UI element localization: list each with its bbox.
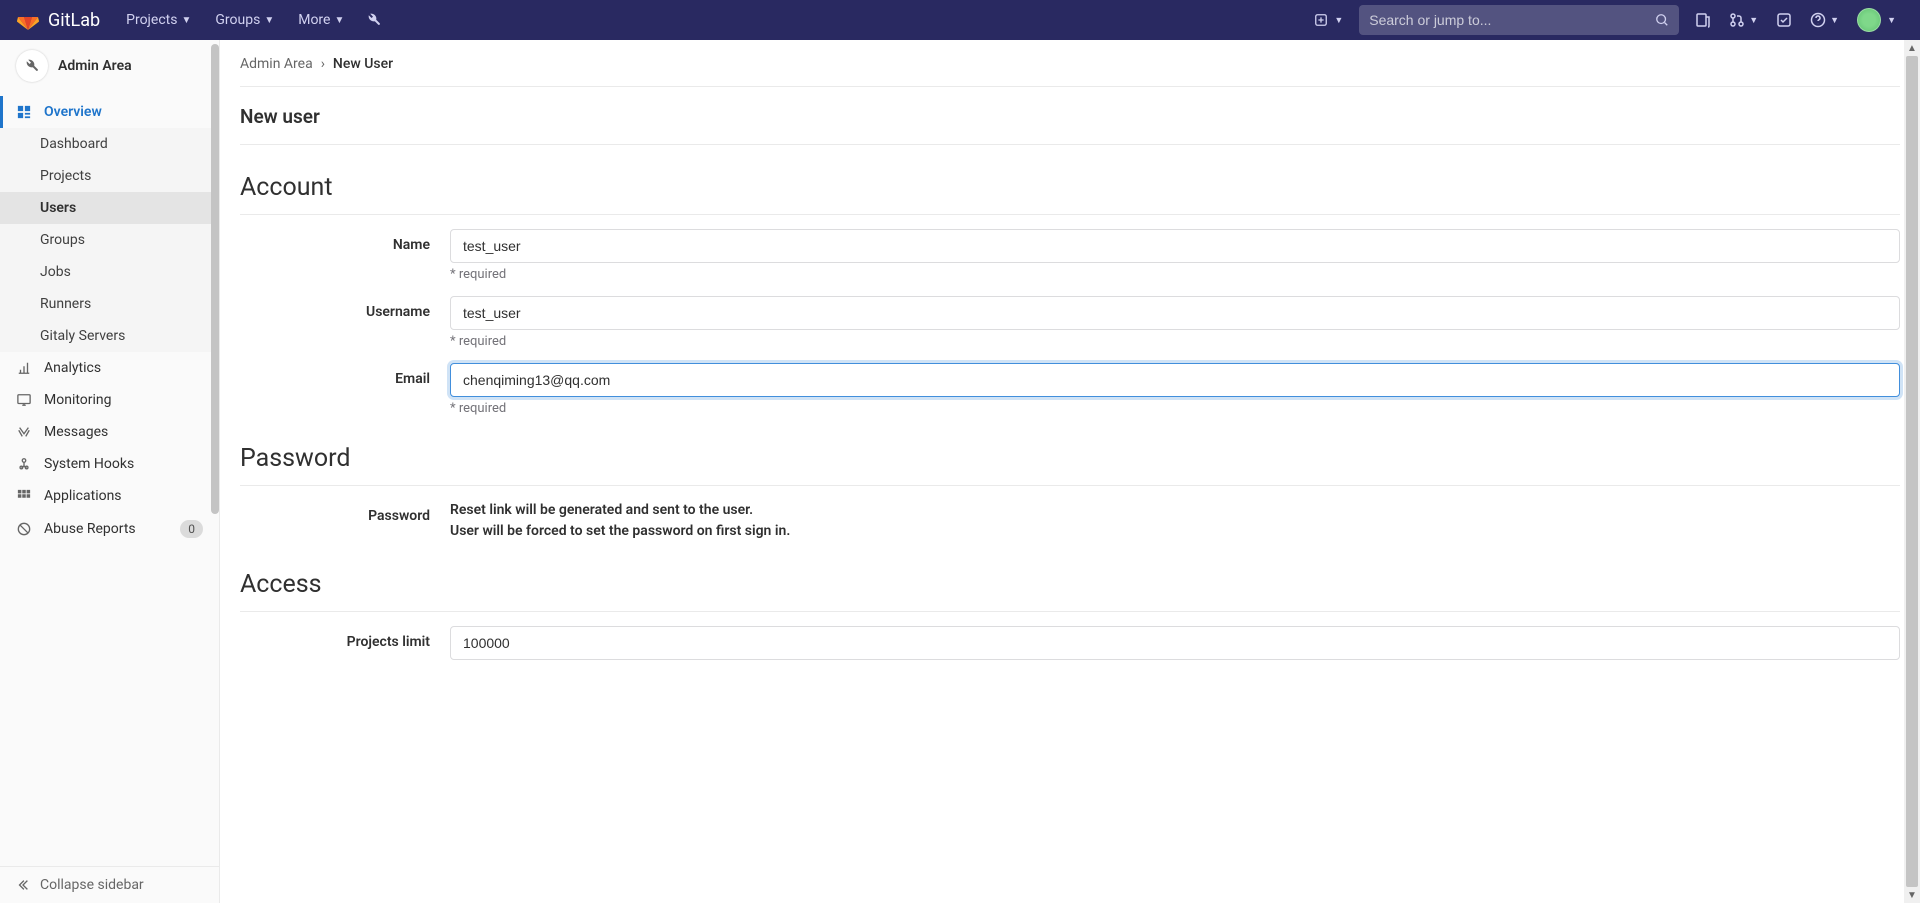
sidebar-item-overview[interactable]: Overview <box>0 96 219 128</box>
username-input[interactable] <box>450 296 1900 330</box>
sidebar-item-users[interactable]: Users <box>0 192 219 224</box>
chevron-down-icon: ▼ <box>1334 15 1343 26</box>
sidebar-item-groups[interactable]: Groups <box>0 224 219 256</box>
primary-nav: Projects▼ Groups▼ More▼ <box>116 6 390 34</box>
admin-wrench-icon[interactable] <box>358 6 390 34</box>
hook-icon <box>16 457 32 471</box>
abuse-count-badge: 0 <box>180 520 203 538</box>
breadcrumb-current: New User <box>333 56 393 72</box>
sidebar-item-projects[interactable]: Projects <box>0 160 219 192</box>
projects-limit-input[interactable] <box>450 626 1900 660</box>
overview-subitems: Dashboard Projects Users Groups Jobs Run… <box>0 128 219 352</box>
field-projects-limit-row: Projects limit <box>240 612 1900 660</box>
main-content: Admin Area › New User New user Account N… <box>220 40 1920 903</box>
username-label: Username <box>240 296 450 349</box>
chevron-down-icon: ▼ <box>181 15 191 26</box>
sidebar-scrollbar-thumb[interactable] <box>211 44 219 514</box>
name-label: Name <box>240 229 450 282</box>
chevron-down-icon: ▼ <box>264 15 274 26</box>
search-box[interactable] <box>1359 5 1679 35</box>
field-email-row: Email * required <box>240 349 1900 416</box>
chevron-down-icon: ▼ <box>1749 15 1758 26</box>
sidebar-item-system-hooks[interactable]: System Hooks <box>0 448 219 480</box>
sidebar-item-dashboard[interactable]: Dashboard <box>0 128 219 160</box>
help-dropdown[interactable]: ▼ <box>1802 6 1847 34</box>
password-info-line2: User will be forced to set the password … <box>450 521 1900 542</box>
password-label: Password <box>240 500 450 542</box>
main-scrollbar[interactable]: ▲ ▼ <box>1904 40 1920 903</box>
todos-icon[interactable] <box>1768 6 1800 34</box>
sidebar-item-analytics[interactable]: Analytics <box>0 352 219 384</box>
nav-projects[interactable]: Projects▼ <box>116 6 201 34</box>
scrollbar-up-icon[interactable]: ▲ <box>1904 40 1920 56</box>
user-menu[interactable]: ▼ <box>1849 2 1904 38</box>
sidebar-item-monitoring[interactable]: Monitoring <box>0 384 219 416</box>
search-icon <box>1655 13 1669 27</box>
nav-more[interactable]: More▼ <box>288 6 354 34</box>
sidebar-item-messages[interactable]: Messages <box>0 416 219 448</box>
top-header: GitLab Projects▼ Groups▼ More▼ ▼ ▼ <box>0 0 1920 40</box>
password-info-line1: Reset link will be generated and sent to… <box>450 500 1900 521</box>
section-access-title: Access <box>240 542 1900 612</box>
nav-groups[interactable]: Groups▼ <box>205 6 284 34</box>
username-required-hint: * required <box>450 330 1900 349</box>
field-username-row: Username * required <box>240 282 1900 349</box>
field-name-row: Name * required <box>240 215 1900 282</box>
name-required-hint: * required <box>450 263 1900 282</box>
sidebar-scrollbar[interactable] <box>209 40 219 903</box>
analytics-icon <box>16 361 32 375</box>
scrollbar-down-icon[interactable]: ▼ <box>1904 887 1920 903</box>
section-account-title: Account <box>240 145 1900 215</box>
sidebar-item-runners[interactable]: Runners <box>0 288 219 320</box>
avatar-icon <box>1857 8 1881 32</box>
email-label: Email <box>240 363 450 416</box>
collapse-sidebar-button[interactable]: Collapse sidebar <box>0 866 219 903</box>
search-input[interactable] <box>1369 12 1655 28</box>
chevron-down-icon: ▼ <box>1830 15 1839 26</box>
applications-icon <box>16 489 32 503</box>
sidebar-item-abuse-reports[interactable]: Abuse Reports 0 <box>0 512 219 546</box>
brand-area[interactable]: GitLab <box>16 8 100 32</box>
monitoring-icon <box>16 393 32 407</box>
sidebar: Admin Area Overview Dashboard Projects U… <box>0 40 220 903</box>
overview-icon <box>16 105 32 119</box>
messages-icon <box>16 425 32 439</box>
main-scrollbar-thumb[interactable] <box>1906 56 1918 887</box>
email-required-hint: * required <box>450 397 1900 416</box>
sidebar-context-header[interactable]: Admin Area <box>0 40 219 92</box>
create-new-dropdown[interactable]: ▼ <box>1306 7 1351 33</box>
projects-limit-label: Projects limit <box>240 626 450 660</box>
chevron-down-icon: ▼ <box>1887 15 1896 26</box>
sidebar-item-gitaly[interactable]: Gitaly Servers <box>0 320 219 352</box>
wrench-icon <box>16 50 48 82</box>
abuse-icon <box>16 522 32 536</box>
breadcrumb-root[interactable]: Admin Area <box>240 56 313 72</box>
breadcrumb: Admin Area › New User <box>240 56 1900 87</box>
merge-requests-dropdown[interactable]: ▼ <box>1721 6 1766 34</box>
sidebar-item-applications[interactable]: Applications <box>0 480 219 512</box>
chevron-down-icon: ▼ <box>334 15 344 26</box>
gitlab-logo-icon <box>16 8 40 32</box>
brand-name: GitLab <box>48 10 100 31</box>
chevron-right-icon: › <box>321 56 325 72</box>
page-title: New user <box>240 87 1900 145</box>
sidebar-item-jobs[interactable]: Jobs <box>0 256 219 288</box>
email-input[interactable] <box>450 363 1900 397</box>
collapse-icon <box>16 878 30 892</box>
issues-icon[interactable] <box>1687 6 1719 34</box>
section-password-title: Password <box>240 416 1900 486</box>
sidebar-title: Admin Area <box>58 58 132 74</box>
field-password-row: Password Reset link will be generated an… <box>240 486 1900 542</box>
header-right: ▼ ▼ ▼ <box>1687 2 1904 38</box>
name-input[interactable] <box>450 229 1900 263</box>
